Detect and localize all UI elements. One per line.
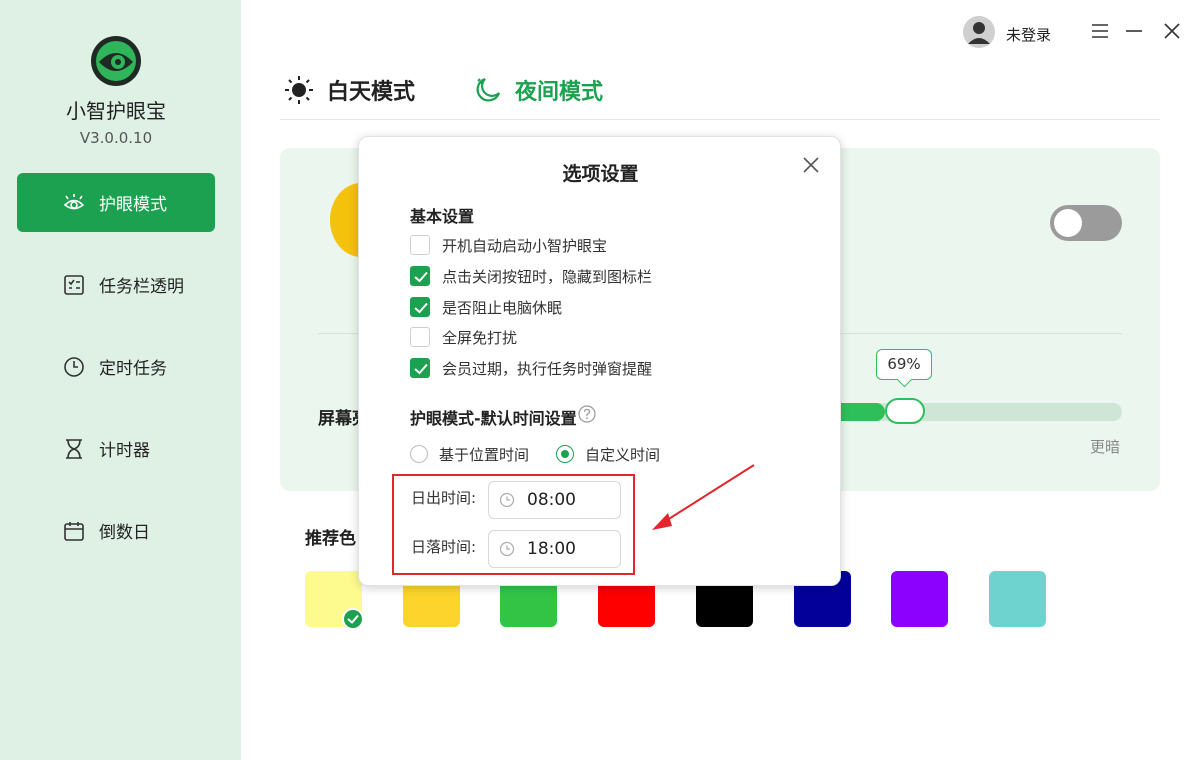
clock-icon bbox=[64, 357, 84, 377]
tab-night-mode[interactable]: 夜间模式 bbox=[473, 72, 603, 108]
radio-button[interactable] bbox=[556, 445, 574, 463]
app-version: V3.0.0.10 bbox=[79, 129, 153, 147]
eye-mode-toggle[interactable] bbox=[1050, 205, 1122, 241]
radio-label: 自定义时间 bbox=[585, 445, 661, 464]
option-label: 全屏免打扰 bbox=[442, 328, 518, 347]
checkbox[interactable] bbox=[410, 297, 430, 317]
option-autostart[interactable]: 开机自动启动小智护眼宝 bbox=[410, 234, 607, 256]
dialog-title: 选项设置 bbox=[562, 163, 639, 185]
avatar[interactable] bbox=[963, 16, 995, 48]
option-hide-to-tray[interactable]: 点击关闭按钮时，隐藏到图标栏 bbox=[410, 265, 652, 287]
tabs-divider bbox=[280, 119, 1160, 120]
basic-settings-heading: 基本设置 bbox=[410, 207, 475, 226]
close-icon[interactable] bbox=[801, 155, 821, 175]
sidebar-item-timer[interactable]: 计时器 bbox=[17, 419, 215, 478]
brightness-slider[interactable] bbox=[830, 403, 1122, 421]
tab-day-mode[interactable]: 白天模式 bbox=[283, 72, 415, 108]
options-dialog: 选项设置 基本设置 开机自动启动小智护眼宝 点击关闭按钮时，隐藏到图标栏 是否阻… bbox=[358, 136, 841, 586]
selected-check-icon bbox=[342, 608, 364, 630]
user-icon bbox=[963, 16, 995, 48]
sidebar-item-countdown[interactable]: 倒数日 bbox=[17, 501, 215, 560]
sun-icon bbox=[285, 76, 313, 104]
sidebar-item-taskbar[interactable]: 任务栏透明 bbox=[17, 255, 215, 314]
checkbox[interactable] bbox=[410, 235, 430, 255]
eye-icon bbox=[63, 194, 85, 210]
option-membership-reminder[interactable]: 会员过期，执行任务时弹窗提醒 bbox=[410, 357, 652, 379]
radio-label: 基于位置时间 bbox=[439, 445, 530, 464]
checkbox[interactable] bbox=[410, 327, 430, 347]
toggle-knob bbox=[1054, 209, 1082, 237]
check-icon bbox=[414, 302, 428, 314]
slider-right-label: 更暗 bbox=[1090, 438, 1121, 456]
option-label: 点击关闭按钮时，隐藏到图标栏 bbox=[442, 267, 653, 286]
sidebar-item-label: 倒数日 bbox=[99, 523, 150, 543]
close-icon[interactable] bbox=[1161, 20, 1183, 42]
sidebar-item-label: 任务栏透明 bbox=[99, 277, 184, 297]
option-label: 会员过期，执行任务时弹窗提醒 bbox=[442, 359, 653, 378]
color-swatch[interactable] bbox=[891, 571, 948, 627]
slider-thumb[interactable] bbox=[885, 398, 925, 424]
login-status[interactable]: 未登录 bbox=[1006, 24, 1051, 45]
check-icon bbox=[414, 363, 428, 375]
option-fullscreen-dnd[interactable]: 全屏免打扰 bbox=[410, 326, 517, 348]
checkbox[interactable] bbox=[410, 358, 430, 378]
checkbox[interactable] bbox=[410, 266, 430, 286]
option-label: 是否阻止电脑休眠 bbox=[442, 298, 563, 317]
radio-custom-time[interactable]: 自定义时间 bbox=[556, 443, 660, 465]
option-prevent-sleep[interactable]: 是否阻止电脑休眠 bbox=[410, 296, 562, 318]
radio-location-time[interactable]: 基于位置时间 bbox=[410, 443, 529, 465]
sidebar: 小智护眼宝 V3.0.0.10 护眼模式 任务栏透明 定时任务 计时器 倒数日 bbox=[0, 0, 241, 760]
taskbar-icon bbox=[64, 275, 84, 295]
menu-icon[interactable] bbox=[1089, 20, 1111, 42]
calendar-icon bbox=[64, 522, 84, 541]
sidebar-item-label: 计时器 bbox=[99, 441, 150, 461]
sidebar-item-label: 护眼模式 bbox=[99, 195, 167, 215]
app-logo-icon bbox=[91, 36, 141, 86]
check-icon bbox=[414, 271, 428, 283]
slider-value-tooltip: 69% bbox=[876, 349, 932, 380]
color-swatch[interactable] bbox=[989, 571, 1046, 627]
option-label: 开机自动启动小智护眼宝 bbox=[442, 236, 608, 255]
app-window: 小智护眼宝 V3.0.0.10 护眼模式 任务栏透明 定时任务 计时器 倒数日 … bbox=[0, 0, 1200, 760]
annotation-highlight-box bbox=[392, 474, 635, 575]
minimize-icon[interactable] bbox=[1123, 20, 1145, 42]
recommend-colors-label: 推荐色 bbox=[305, 529, 356, 549]
moon-icon bbox=[476, 77, 501, 102]
tab-label: 夜间模式 bbox=[515, 80, 604, 105]
sidebar-item-eye-mode[interactable]: 护眼模式 bbox=[17, 173, 215, 232]
app-name: 小智护眼宝 bbox=[66, 99, 166, 123]
radio-button[interactable] bbox=[410, 445, 428, 463]
help-icon[interactable] bbox=[578, 405, 596, 423]
sidebar-item-label: 定时任务 bbox=[99, 359, 167, 379]
tab-label: 白天模式 bbox=[327, 80, 416, 105]
brightness-label: 屏幕亮度 bbox=[318, 409, 358, 429]
time-settings-heading: 护眼模式-默认时间设置 bbox=[410, 409, 577, 428]
sidebar-item-scheduled[interactable]: 定时任务 bbox=[17, 337, 215, 396]
hourglass-icon bbox=[66, 439, 82, 459]
